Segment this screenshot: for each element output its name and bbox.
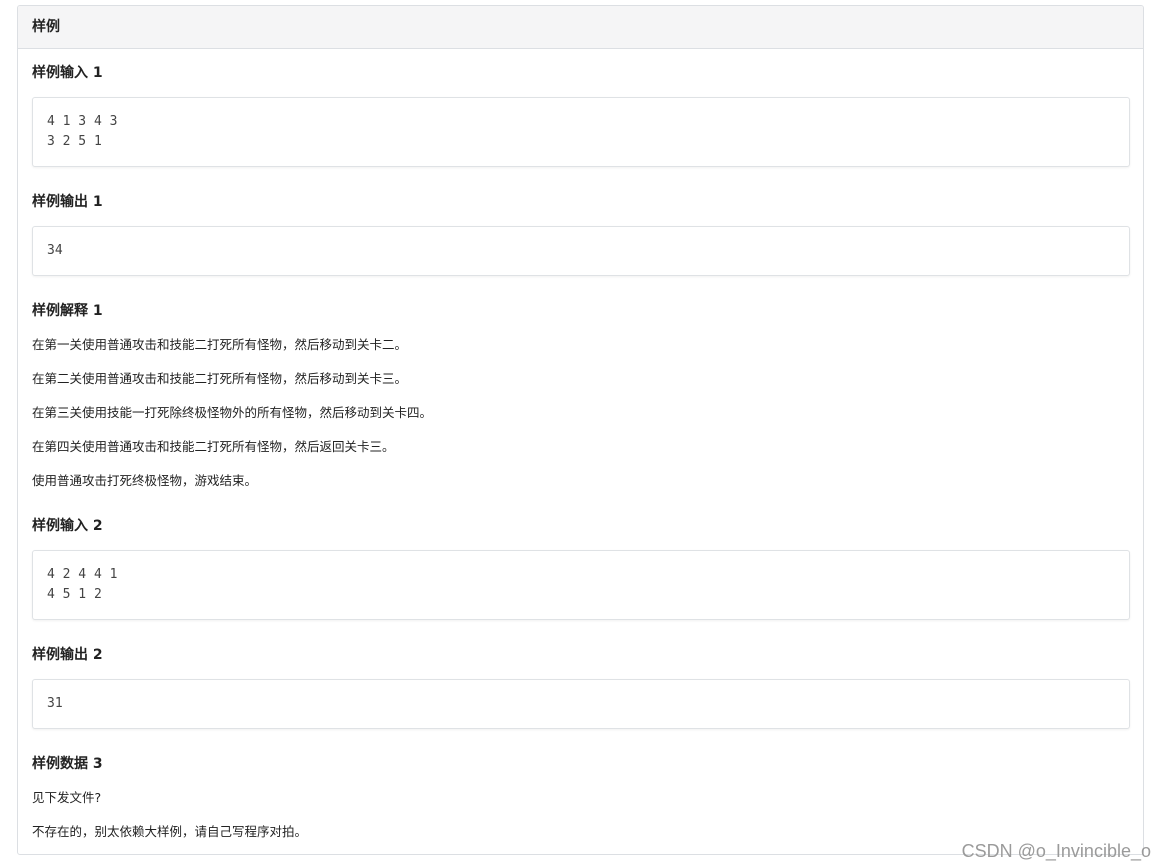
samples-panel: 样例 样例输入 1 4 1 3 4 3 3 2 5 1 样例输出 1 34 样例…: [17, 5, 1144, 855]
data3-line-1: 见下发文件?: [32, 790, 102, 805]
explain-line-1: 在第一关使用普通攻击和技能二打死所有怪物，然后移动到关卡二。: [32, 337, 408, 352]
panel-title: 样例: [18, 6, 1143, 49]
sample-output-2-box[interactable]: 31: [32, 679, 1130, 729]
sample-output-1-box[interactable]: 34: [32, 226, 1130, 276]
data3-line-2: 不存在的，别太依赖大样例，请自己写程序对拍。: [32, 824, 308, 839]
sample-output-1-title: 样例输出 1: [32, 194, 103, 210]
sample-data-3-title: 样例数据 3: [32, 756, 103, 772]
sample-input-2-box[interactable]: 4 2 4 4 1 4 5 1 2: [32, 550, 1130, 620]
sample-input-1-title: 样例输入 1: [32, 65, 103, 81]
sample-input-2-title: 样例输入 2: [32, 518, 103, 534]
explain-line-2: 在第二关使用普通攻击和技能二打死所有怪物，然后移动到关卡三。: [32, 371, 408, 386]
sample-input-1-box[interactable]: 4 1 3 4 3 3 2 5 1: [32, 97, 1130, 167]
sample-explain-1-title: 样例解释 1: [32, 303, 103, 319]
explain-line-4: 在第四关使用普通攻击和技能二打死所有怪物，然后返回关卡三。: [32, 439, 395, 454]
sample-output-2-title: 样例输出 2: [32, 647, 103, 663]
explain-line-3: 在第三关使用技能一打死除终极怪物外的所有怪物，然后移动到关卡四。: [32, 405, 433, 420]
explain-line-5: 使用普通攻击打死终极怪物，游戏结束。: [32, 473, 258, 488]
csdn-watermark: CSDN @o_Invincible_o: [961, 841, 1151, 861]
